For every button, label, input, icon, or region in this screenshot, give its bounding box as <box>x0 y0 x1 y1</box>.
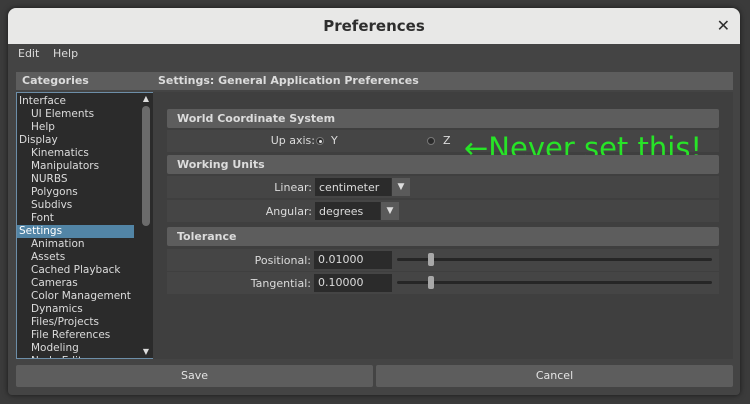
chevron-down-icon[interactable]: ▼ <box>391 178 410 196</box>
category-item-manipulators[interactable]: Manipulators <box>17 160 146 173</box>
tangential-slider-handle[interactable] <box>428 276 434 289</box>
linear-units-dropdown[interactable]: centimeter ▼ <box>315 178 410 196</box>
positional-slider[interactable] <box>397 258 712 261</box>
positional-label: Positional: <box>254 254 311 267</box>
positional-slider-handle[interactable] <box>428 253 434 266</box>
tangential-label: Tangential: <box>250 277 311 290</box>
save-button[interactable]: Save <box>16 365 373 387</box>
menu-edit[interactable]: Edit <box>18 47 39 60</box>
categories-list[interactable]: Node EditorModelingFile ReferencesFiles/… <box>16 92 154 359</box>
linear-row: Linear: centimeter ▼ <box>167 176 719 198</box>
tangential-row: Tangential: 0.10000 <box>167 272 719 294</box>
world-coordinate-section-header[interactable]: World Coordinate System <box>167 109 719 128</box>
angular-units-dropdown[interactable]: degrees ▼ <box>315 202 399 220</box>
preferences-window: Preferences ✕ Edit Help Categories Node … <box>8 8 740 395</box>
category-item-file-references[interactable]: File References <box>17 329 146 342</box>
category-item-font[interactable]: Font <box>17 212 146 225</box>
settings-panel: World Coordinate System Up axis: Y Z ←Ne… <box>153 92 733 359</box>
category-item-polygons[interactable]: Polygons <box>17 186 146 199</box>
category-item-color-management[interactable]: Color Management <box>17 290 146 303</box>
category-item-cameras[interactable]: Cameras <box>17 277 146 290</box>
working-units-section-header[interactable]: Working Units <box>167 155 719 174</box>
tangential-field[interactable]: 0.10000 <box>314 274 392 292</box>
tolerance-section-header[interactable]: Tolerance <box>167 227 719 246</box>
positional-row: Positional: 0.01000 <box>167 249 719 271</box>
menu-help[interactable]: Help <box>53 47 78 60</box>
category-item-animation[interactable]: Animation <box>17 238 146 251</box>
category-item-modeling[interactable]: Modeling <box>17 342 146 355</box>
positional-field[interactable]: 0.01000 <box>314 251 392 269</box>
up-axis-y-label: Y <box>331 134 338 147</box>
chevron-down-icon[interactable]: ▼ <box>380 202 399 220</box>
category-item-kinematics[interactable]: Kinematics <box>17 147 146 160</box>
categories-header: Categories <box>16 72 154 90</box>
categories-scrollbar[interactable]: ▲ ▼ <box>140 94 152 357</box>
category-item-interface[interactable]: Interface <box>17 95 134 108</box>
up-axis-z-label: Z <box>443 134 451 147</box>
category-item-cached-playback[interactable]: Cached Playback <box>17 264 146 277</box>
close-icon[interactable]: ✕ <box>717 8 730 44</box>
up-axis-z-radio[interactable] <box>427 137 435 145</box>
cancel-button[interactable]: Cancel <box>376 365 733 387</box>
category-item-help[interactable]: Help <box>17 121 146 134</box>
angular-units-value: degrees <box>319 205 364 218</box>
category-item-subdivs[interactable]: Subdivs <box>17 199 146 212</box>
window-title: Preferences <box>323 17 425 35</box>
category-item-node-editor[interactable]: Node Editor <box>17 355 146 358</box>
category-item-nurbs[interactable]: NURBS <box>17 173 146 186</box>
category-item-assets[interactable]: Assets <box>17 251 146 264</box>
scroll-down-icon[interactable]: ▼ <box>140 347 152 357</box>
angular-label: Angular: <box>265 205 312 218</box>
scroll-up-icon[interactable]: ▲ <box>140 94 152 104</box>
angular-row: Angular: degrees ▼ <box>167 200 719 222</box>
tangential-slider[interactable] <box>397 281 712 284</box>
category-item-settings[interactable]: Settings <box>17 225 134 238</box>
linear-units-value: centimeter <box>319 181 380 194</box>
scroll-thumb[interactable] <box>142 106 150 226</box>
settings-header: Settings: General Application Preference… <box>153 72 733 90</box>
category-item-ui-elements[interactable]: UI Elements <box>17 108 146 121</box>
category-item-dynamics[interactable]: Dynamics <box>17 303 146 316</box>
up-axis-label: Up axis: <box>270 134 315 147</box>
title-bar[interactable]: Preferences ✕ <box>8 8 740 44</box>
category-item-files-projects[interactable]: Files/Projects <box>17 316 146 329</box>
category-item-display[interactable]: Display <box>17 134 134 147</box>
menu-bar: Edit Help <box>8 44 740 64</box>
linear-label: Linear: <box>274 181 312 194</box>
up-axis-y-radio[interactable] <box>316 137 324 145</box>
